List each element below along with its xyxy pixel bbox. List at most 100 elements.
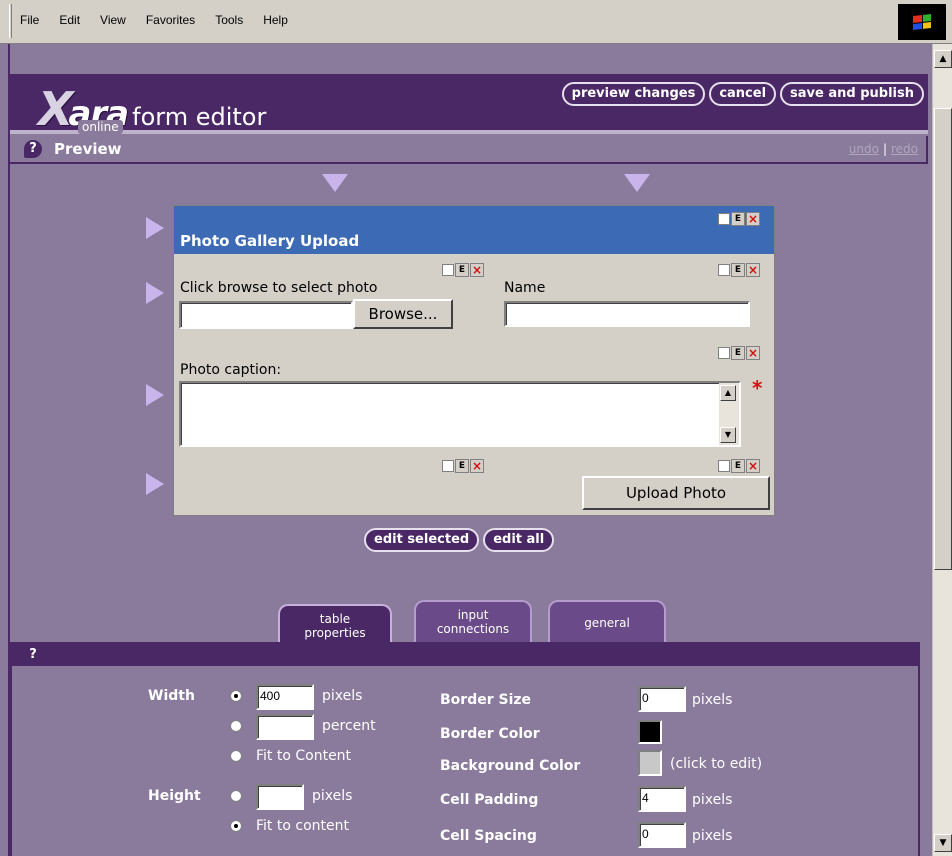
menu-view[interactable]: View bbox=[100, 13, 126, 27]
width-pixels-label: pixels bbox=[322, 688, 363, 704]
tab-label-line1: input bbox=[457, 608, 489, 622]
scroll-down-icon[interactable]: ▼ bbox=[934, 834, 952, 852]
menu-favorites[interactable]: Favorites bbox=[146, 13, 195, 27]
border-color-swatch[interactable] bbox=[638, 720, 662, 744]
upload-photo-button[interactable]: Upload Photo bbox=[582, 476, 770, 510]
edit-icon[interactable]: E bbox=[731, 212, 745, 226]
edit-icon[interactable]: E bbox=[731, 459, 745, 473]
form-title-bar: Photo Gallery Upload bbox=[174, 206, 774, 254]
select-checkbox[interactable] bbox=[718, 347, 730, 359]
edit-icon[interactable]: E bbox=[455, 263, 469, 277]
edit-icon[interactable]: E bbox=[455, 459, 469, 473]
cell-spacing-pixels: pixels bbox=[692, 828, 733, 844]
preview-title: Preview bbox=[54, 140, 122, 158]
column-2-arrow-icon[interactable] bbox=[624, 174, 650, 192]
select-checkbox[interactable] bbox=[442, 264, 454, 276]
form-preview: Photo Gallery Upload E × E × E × Click b… bbox=[173, 205, 775, 516]
photo-file-input[interactable] bbox=[179, 301, 353, 329]
height-fit-radio[interactable] bbox=[230, 820, 242, 832]
cancel-button[interactable]: cancel bbox=[709, 82, 777, 106]
cell-controls: E × bbox=[442, 263, 484, 277]
select-checkbox[interactable] bbox=[718, 460, 730, 472]
tab-label-line1: general bbox=[584, 616, 630, 630]
save-and-publish-button[interactable]: save and publish bbox=[780, 82, 924, 106]
browse-button[interactable]: Browse... bbox=[353, 299, 453, 329]
caption-textarea[interactable]: ▲ ▼ bbox=[179, 381, 741, 447]
edit-all-button[interactable]: edit all bbox=[483, 528, 555, 552]
help-icon[interactable]: ? bbox=[24, 646, 42, 664]
border-size-label: Border Size bbox=[440, 692, 532, 708]
height-input[interactable] bbox=[256, 784, 304, 810]
browse-label: Click browse to select photo bbox=[180, 280, 378, 296]
cell-controls: E × bbox=[718, 263, 760, 277]
menu-tools[interactable]: Tools bbox=[215, 13, 243, 27]
textarea-scrollbar[interactable]: ▲ ▼ bbox=[719, 383, 739, 445]
cell-padding-label: Cell Padding bbox=[440, 792, 539, 808]
height-fit-label: Fit to content bbox=[256, 818, 349, 834]
cell-spacing-input[interactable]: 0 bbox=[638, 822, 686, 848]
width-fit-radio[interactable] bbox=[230, 750, 242, 762]
help-icon[interactable]: ? bbox=[24, 140, 42, 158]
delete-icon[interactable]: × bbox=[746, 459, 760, 473]
cell-controls: E × bbox=[718, 212, 760, 226]
percent-input[interactable] bbox=[256, 714, 314, 740]
width-input[interactable]: 400 bbox=[256, 684, 314, 710]
height-pixels-label: pixels bbox=[312, 788, 353, 804]
delete-icon[interactable]: × bbox=[746, 263, 760, 277]
undo-link[interactable]: undo bbox=[849, 142, 879, 156]
page-scrollbar[interactable]: ▲ ▼ bbox=[932, 44, 952, 856]
scroll-up-icon[interactable]: ▲ bbox=[720, 385, 736, 401]
required-indicator: * bbox=[752, 376, 763, 400]
bg-color-swatch[interactable] bbox=[638, 750, 662, 776]
cell-controls: E × bbox=[442, 459, 484, 473]
column-1-arrow-icon[interactable] bbox=[322, 174, 348, 192]
app-name: form editor bbox=[132, 103, 267, 131]
cell-controls: E × bbox=[718, 459, 760, 473]
select-checkbox[interactable] bbox=[718, 213, 730, 225]
delete-icon[interactable]: × bbox=[746, 212, 760, 226]
tab-input-connections[interactable]: input connections bbox=[414, 600, 532, 644]
edit-icon[interactable]: E bbox=[731, 346, 745, 360]
height-pixels-radio[interactable] bbox=[230, 790, 242, 802]
tab-label-line1: table bbox=[319, 612, 351, 626]
width-pixels-radio[interactable] bbox=[230, 690, 242, 702]
delete-icon[interactable]: × bbox=[470, 263, 484, 277]
properties-panel: ? Width 400 pixels percent Fit to Conten… bbox=[10, 642, 920, 856]
height-label: Height bbox=[148, 788, 201, 804]
name-input[interactable] bbox=[504, 301, 750, 327]
redo-link[interactable]: redo bbox=[891, 142, 918, 156]
bg-click-to-edit: (click to edit) bbox=[670, 756, 763, 772]
app-header: Xara form editor online preview changes c… bbox=[10, 74, 928, 136]
menu-file[interactable]: File bbox=[20, 13, 39, 27]
menu-help[interactable]: Help bbox=[263, 13, 288, 27]
scroll-down-icon[interactable]: ▼ bbox=[720, 427, 736, 443]
scroll-up-icon[interactable]: ▲ bbox=[934, 50, 952, 68]
width-percent-radio[interactable] bbox=[230, 720, 242, 732]
border-size-input[interactable]: 0 bbox=[638, 686, 686, 712]
page-content: Xara form editor online preview changes c… bbox=[0, 44, 932, 856]
cell-controls: E × bbox=[718, 346, 760, 360]
cell-padding-input[interactable]: 4 bbox=[638, 786, 686, 812]
delete-icon[interactable]: × bbox=[470, 459, 484, 473]
edit-selected-button[interactable]: edit selected bbox=[364, 528, 480, 552]
select-checkbox[interactable] bbox=[442, 460, 454, 472]
menu-bar: File Edit View Favorites Tools Help bbox=[0, 0, 952, 44]
menu-edit[interactable]: Edit bbox=[59, 13, 80, 27]
select-checkbox[interactable] bbox=[718, 264, 730, 276]
row-3-arrow-icon[interactable] bbox=[146, 384, 164, 406]
toolbar-grip[interactable] bbox=[9, 4, 12, 38]
preview-changes-button[interactable]: preview changes bbox=[561, 82, 706, 106]
tab-general[interactable]: general bbox=[548, 600, 666, 644]
tab-label-line2: connections bbox=[436, 622, 510, 636]
border-size-pixels: pixels bbox=[692, 692, 733, 708]
scrollbar-thumb[interactable] bbox=[934, 108, 952, 570]
row-4-arrow-icon[interactable] bbox=[146, 473, 164, 495]
edit-icon[interactable]: E bbox=[731, 263, 745, 277]
row-2-arrow-icon[interactable] bbox=[146, 282, 164, 304]
form-title: Photo Gallery Upload bbox=[180, 232, 360, 250]
caption-label: Photo caption: bbox=[180, 362, 282, 378]
row-1-arrow-icon[interactable] bbox=[146, 217, 164, 239]
cell-spacing-label: Cell Spacing bbox=[440, 828, 537, 844]
cell-padding-pixels: pixels bbox=[692, 792, 733, 808]
delete-icon[interactable]: × bbox=[746, 346, 760, 360]
